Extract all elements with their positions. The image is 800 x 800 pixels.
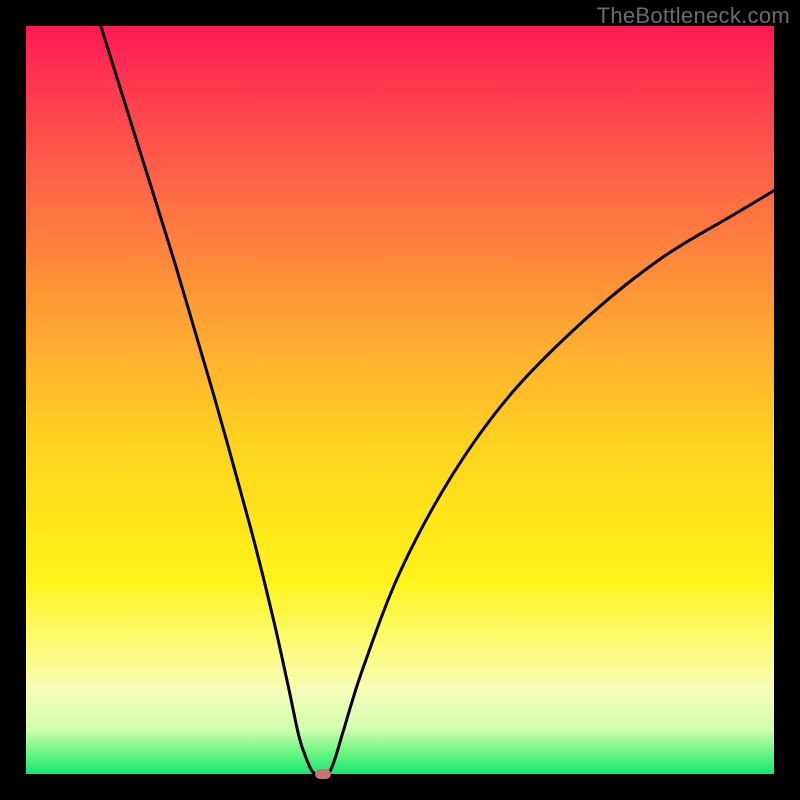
minimum-marker: [315, 769, 331, 779]
chart-frame: TheBottleneck.com: [0, 0, 800, 800]
watermark-text: TheBottleneck.com: [597, 3, 790, 29]
bottleneck-curve: [26, 26, 774, 774]
plot-area: [26, 26, 774, 774]
curve-right-arm: [329, 191, 774, 774]
curve-left-arm: [101, 26, 318, 774]
